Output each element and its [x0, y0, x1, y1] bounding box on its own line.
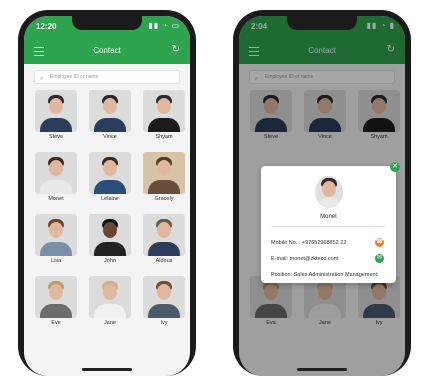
contact-card[interactable]: Ivy	[143, 276, 185, 332]
phone-call-icon[interactable]: ☎	[375, 238, 384, 247]
home-indicator	[82, 368, 132, 371]
contact-name: Steve	[48, 134, 64, 140]
contact-name: Eve	[51, 320, 61, 326]
contact-name: Shyam	[155, 134, 173, 140]
contact-card[interactable]: Gracely	[143, 152, 185, 208]
contact-name: Aldous	[155, 258, 173, 264]
contact-photo	[89, 214, 131, 256]
email-icon[interactable]: ✉	[375, 254, 384, 263]
refresh-icon[interactable]: ↻	[172, 44, 180, 55]
popup-name: Monet	[320, 214, 337, 220]
home-indicator	[297, 368, 347, 371]
right-phone: 2:04 ▮▮ ◔ ▮ Contact ↻ ⌕ Employee ID or n…	[233, 10, 411, 376]
contact-card[interactable]: Jane	[89, 276, 131, 332]
contact-card[interactable]: Aldous	[143, 214, 185, 270]
notch	[72, 16, 142, 30]
contact-card[interactable]: Shyam	[143, 90, 185, 146]
contact-card[interactable]: Eve	[35, 276, 77, 332]
status-icons: ▮▮ ◔ ▭	[148, 21, 180, 30]
contact-name: Jane	[104, 320, 116, 326]
contact-card[interactable]: Lelaine	[89, 152, 131, 208]
contact-photo	[143, 214, 185, 256]
contact-name: Gracely	[154, 196, 174, 202]
email-label: E-mail: monet@zkteco.com	[271, 256, 339, 262]
position-label: Position: Sales Administration Managemen…	[271, 272, 378, 278]
contact-photo	[35, 276, 77, 318]
divider	[271, 226, 386, 227]
contact-photo	[89, 90, 131, 132]
contact-card[interactable]: Steve	[35, 90, 77, 146]
contact-name: John	[104, 258, 116, 264]
left-phone: 12:20 ▮▮ ◔ ▭ Contact ↻ ⌕ Employee ID or …	[18, 10, 196, 376]
mobile-label: Mobile No. : +97652968852 22	[271, 240, 347, 246]
contact-card[interactable]: John	[89, 214, 131, 270]
contact-name: Monet	[48, 196, 64, 202]
contact-photo	[89, 152, 131, 194]
close-icon[interactable]: ✕	[390, 162, 400, 172]
contact-detail-popup: ✕ Monet Mobile No. : +97652968852 22 ☎ E…	[261, 162, 400, 283]
right-screen: 2:04 ▮▮ ◔ ▮ Contact ↻ ⌕ Employee ID or n…	[239, 16, 405, 376]
contact-card[interactable]: Lisa	[35, 214, 77, 270]
contact-photo	[143, 152, 185, 194]
contact-card[interactable]: Monet	[35, 152, 77, 208]
contact-card[interactable]: Vince	[89, 90, 131, 146]
contact-photo	[143, 90, 185, 132]
left-screen: 12:20 ▮▮ ◔ ▭ Contact ↻ ⌕ Employee ID or …	[24, 16, 190, 376]
contact-name: Ivy	[160, 320, 168, 326]
contact-photo	[89, 276, 131, 318]
contact-photo	[35, 214, 77, 256]
notch	[287, 16, 357, 30]
contact-name: Lisa	[50, 258, 62, 264]
search-placeholder: Employee ID or name	[50, 74, 99, 80]
contact-name: Lelaine	[101, 196, 119, 202]
search-icon: ⌕	[40, 76, 44, 82]
page-title: Contact	[93, 46, 121, 55]
contact-photo	[35, 152, 77, 194]
contact-photo	[143, 276, 185, 318]
status-time: 12:20	[36, 22, 57, 31]
contact-name: Vince	[103, 134, 117, 140]
popup-photo	[314, 176, 343, 208]
contact-photo	[35, 90, 77, 132]
search-input[interactable]: ⌕ Employee ID or name	[34, 70, 180, 84]
